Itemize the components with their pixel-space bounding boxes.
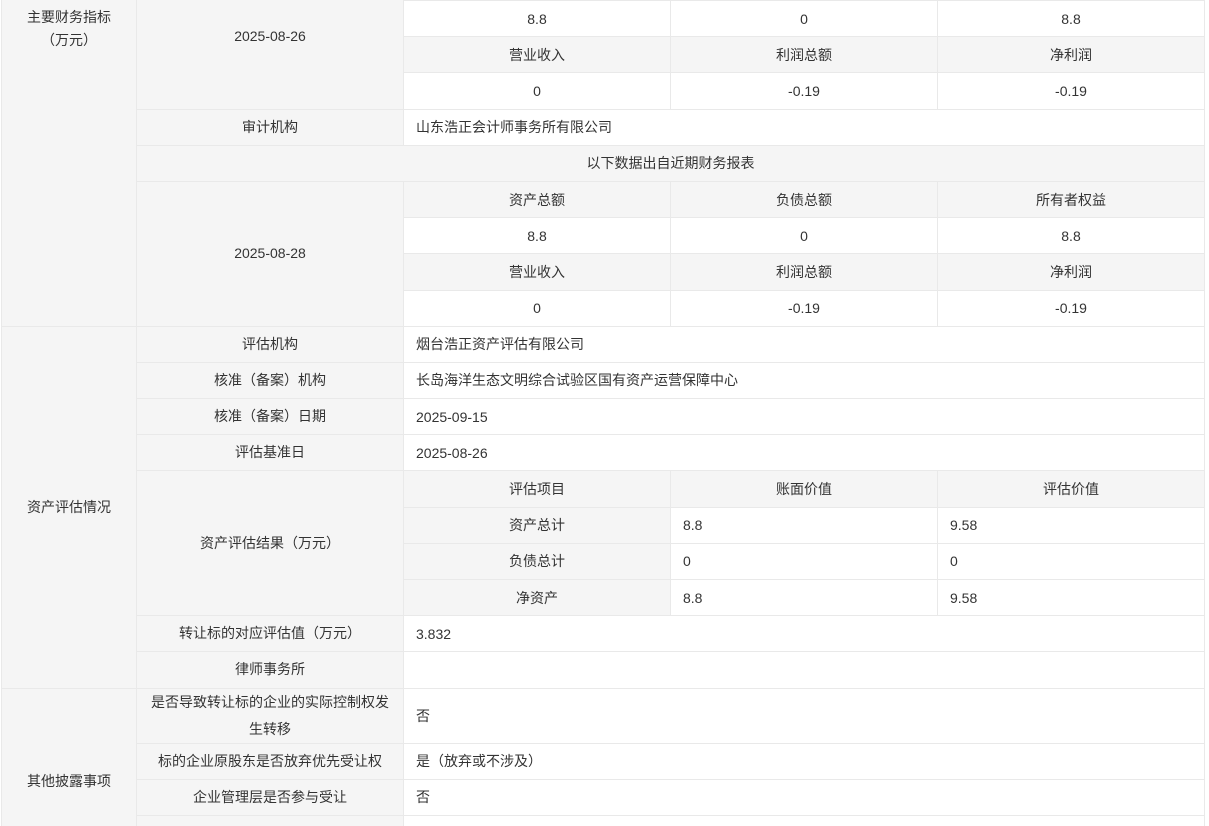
waive-preemptive-right-label: 标的企业原股东是否放弃优先受让权 [137,743,404,779]
cutoff-row-label [137,815,404,826]
disclosure-table: 主要财务指标 （万元） 2025-08-26 资产总额 负债总额 所有者权益 8… [1,0,1205,826]
table-row [2,815,1205,826]
table-row: 其他披露事项 是否导致转让标的企业的实际控制权发生转移 否 [2,688,1205,743]
cutoff-row-value [404,815,1205,826]
section-label-financial-indicators: 主要财务指标 （万元） [2,0,137,326]
evaluation-agency-value: 烟台浩正资产评估有限公司 [404,326,1205,362]
item-total-liabilities: 负债总计 [404,543,671,579]
control-transfer-label: 是否导致转让标的企业的实际控制权发生转移 [137,688,404,743]
item-net-assets: 净资产 [404,580,671,616]
header-net-profit: 净利润 [938,254,1205,290]
management-participation-value: 否 [404,779,1205,815]
total-assets-book-value: 8.8 [671,507,938,543]
evaluation-base-date-value: 2025-08-26 [404,435,1205,471]
header-total-profit: 利润总额 [671,254,938,290]
transfer-assessed-value-label: 转让标的对应评估值（万元） [137,616,404,652]
section-label-other-disclosures: 其他披露事项 [2,688,137,826]
approval-date-label: 核准（备案）日期 [137,399,404,435]
header-owners-equity: 所有者权益 [938,181,1205,217]
approval-agency-value: 长岛海洋生态文明综合试验区国有资产运营保障中心 [404,362,1205,398]
control-transfer-value: 否 [404,688,1205,743]
period-1-total-liabilities: 0 [671,1,938,37]
total-liabilities-assessed-value: 0 [938,543,1205,579]
header-total-liabilities: 负债总额 [671,181,938,217]
table-row: 转让标的对应评估值（万元） 3.832 [2,616,1205,652]
audit-agency-label: 审计机构 [137,109,404,145]
header-net-profit: 净利润 [938,37,1205,73]
period-1-owners-equity: 8.8 [938,1,1205,37]
law-firm-value [404,652,1205,688]
waive-preemptive-right-value: 是（放弃或不涉及） [404,743,1205,779]
table-row: 以下数据出自近期财务报表 [2,145,1205,181]
management-participation-label: 企业管理层是否参与受让 [137,779,404,815]
period-2-owners-equity: 8.8 [938,218,1205,254]
table-row: 资产评估结果（万元） 评估项目 账面价值 评估价值 [2,471,1205,507]
evaluation-agency-label: 评估机构 [137,326,404,362]
header-total-profit: 利润总额 [671,37,938,73]
transfer-assessed-value: 3.832 [404,616,1205,652]
period-2-net-profit: -0.19 [938,290,1205,326]
total-assets-assessed-value: 9.58 [938,507,1205,543]
recent-statements-note: 以下数据出自近期财务报表 [137,145,1205,181]
disclosure-page: 主要财务指标 （万元） 2025-08-26 资产总额 负债总额 所有者权益 8… [0,0,1209,826]
table-row: 资产评估情况 评估机构 烟台浩正资产评估有限公司 [2,326,1205,362]
period-2-total-liabilities: 0 [671,218,938,254]
table-row: 企业管理层是否参与受让 否 [2,779,1205,815]
table-row: 核准（备案）机构 长岛海洋生态文明综合试验区国有资产运营保障中心 [2,362,1205,398]
header-operating-revenue: 营业收入 [404,254,671,290]
period-1-operating-revenue: 0 [404,73,671,109]
table-row: 律师事务所 [2,652,1205,688]
period-2-date: 2025-08-28 [137,181,404,326]
net-assets-book-value: 8.8 [671,580,938,616]
approval-agency-label: 核准（备案）机构 [137,362,404,398]
header-total-assets: 资产总额 [404,181,671,217]
header-book-value: 账面价值 [671,471,938,507]
table-row: 核准（备案）日期 2025-09-15 [2,399,1205,435]
header-evaluation-item: 评估项目 [404,471,671,507]
law-firm-label: 律师事务所 [137,652,404,688]
period-2-total-profit: -0.19 [671,290,938,326]
header-assessed-value: 评估价值 [938,471,1205,507]
approval-date-value: 2025-09-15 [404,399,1205,435]
period-1-net-profit: -0.19 [938,73,1205,109]
evaluation-base-date-label: 评估基准日 [137,435,404,471]
total-liabilities-book-value: 0 [671,543,938,579]
table-row: 审计机构 山东浩正会计师事务所有限公司 [2,109,1205,145]
section-label-asset-evaluation: 资产评估情况 [2,326,137,688]
net-assets-assessed-value: 9.58 [938,580,1205,616]
audit-agency-value: 山东浩正会计师事务所有限公司 [404,109,1205,145]
table-row: 评估基准日 2025-08-26 [2,435,1205,471]
period-2-total-assets: 8.8 [404,218,671,254]
table-row: 2025-08-28 资产总额 负债总额 所有者权益 [2,181,1205,217]
period-2-operating-revenue: 0 [404,290,671,326]
evaluation-result-label: 资产评估结果（万元） [137,471,404,616]
period-1-date: 2025-08-26 [137,0,404,109]
period-1-total-assets: 8.8 [404,1,671,37]
header-operating-revenue: 营业收入 [404,37,671,73]
item-total-assets: 资产总计 [404,507,671,543]
table-row: 标的企业原股东是否放弃优先受让权 是（放弃或不涉及） [2,743,1205,779]
period-1-total-profit: -0.19 [671,73,938,109]
